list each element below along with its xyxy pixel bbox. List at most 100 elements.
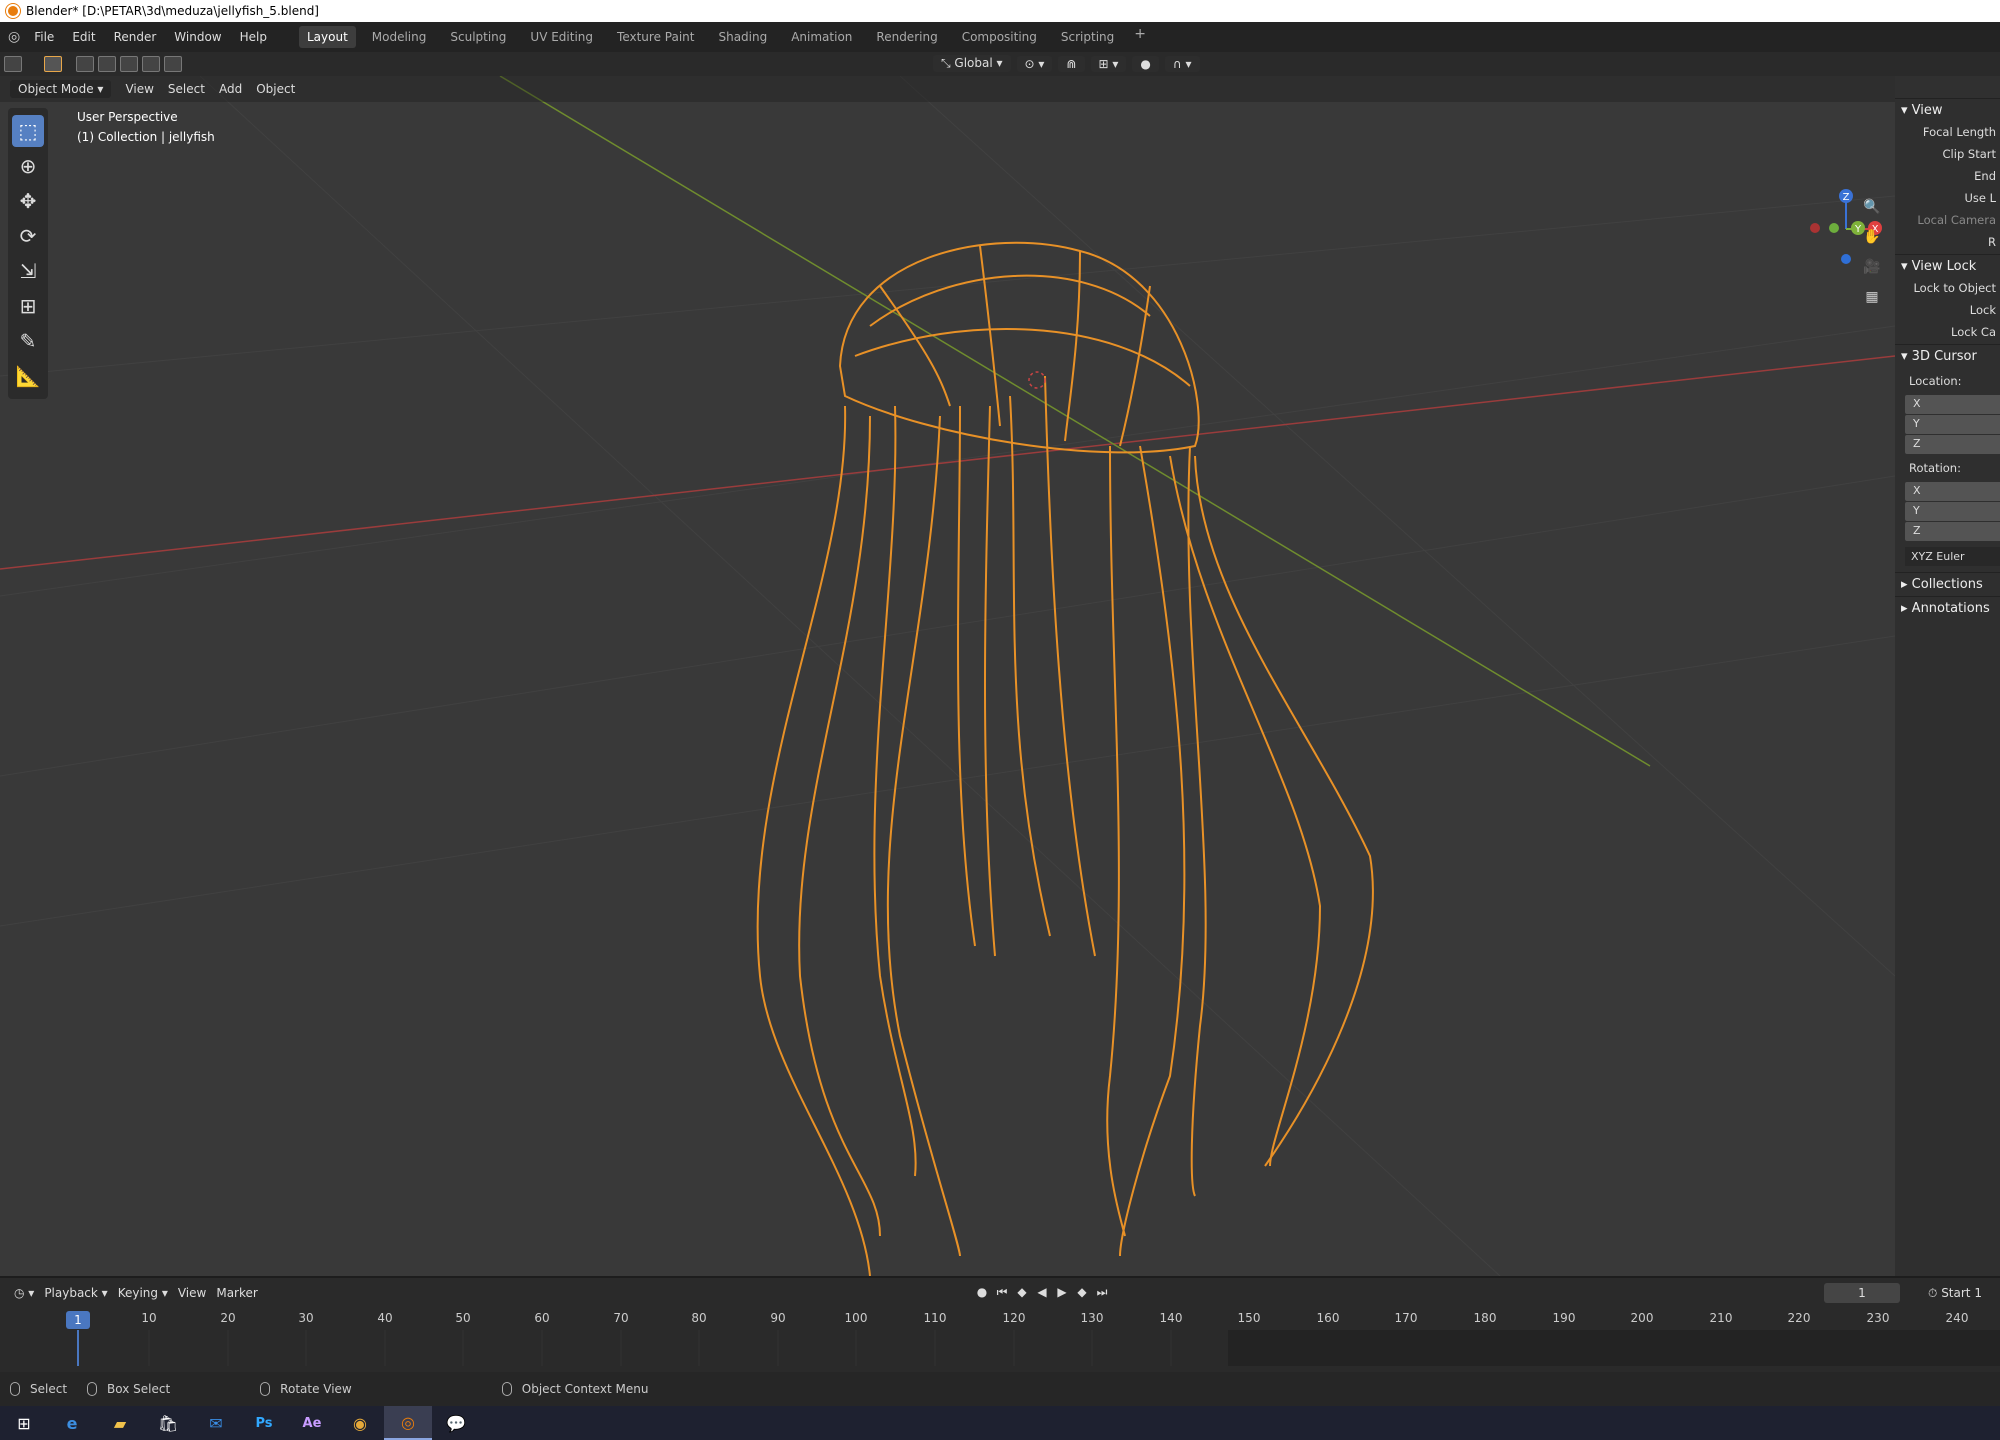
proportional-falloff-dropdown[interactable]: ∩ ▾: [1164, 55, 1200, 72]
viewport-canvas[interactable]: X Z Y: [0, 76, 1895, 1276]
render-region-label[interactable]: R: [1895, 232, 2000, 254]
status-bar: Select Box Select Rotate View Object Con…: [0, 1372, 2000, 1406]
windows-taskbar: ⊞ e ▰ 🛍 ✉ Ps Ae ◉ ◎ 💬: [0, 1406, 2000, 1440]
select-tool-icon[interactable]: [44, 56, 62, 72]
lock-camera-label[interactable]: Lock Ca: [1895, 322, 2000, 344]
pan-view-icon[interactable]: ✋: [1859, 224, 1885, 250]
playhead-line[interactable]: [77, 1330, 79, 1366]
transform-tool-icon[interactable]: ⊞: [12, 290, 44, 322]
use-local-camera-label[interactable]: Use L: [1895, 188, 2000, 210]
select-mode-intersect-icon[interactable]: [164, 56, 182, 72]
marker-menu[interactable]: Marker: [216, 1286, 257, 1300]
select-mode-subtract-icon[interactable]: [120, 56, 138, 72]
menu-window[interactable]: Window: [174, 30, 221, 44]
vp-menu-view[interactable]: View: [125, 82, 153, 96]
cursor-location-y-field[interactable]: Y: [1905, 415, 2000, 434]
menu-edit[interactable]: Edit: [72, 30, 95, 44]
store-icon[interactable]: 🛍: [144, 1406, 192, 1440]
rotate-tool-icon[interactable]: ⟳: [12, 220, 44, 252]
keying-menu[interactable]: Keying ▾: [118, 1286, 168, 1300]
chrome-icon[interactable]: ◉: [336, 1406, 384, 1440]
playback-menu[interactable]: Playback ▾: [44, 1286, 107, 1300]
play-reverse-icon[interactable]: ◀: [1035, 1285, 1049, 1300]
tab-scripting[interactable]: Scripting: [1053, 26, 1122, 48]
tab-rendering[interactable]: Rendering: [868, 26, 945, 48]
measure-tool-icon[interactable]: 📐: [12, 360, 44, 392]
view-lock-title: View Lock: [1911, 259, 1977, 274]
cursor-rotation-z-field[interactable]: Z: [1905, 522, 2000, 541]
tab-sculpting[interactable]: Sculpting: [442, 26, 514, 48]
select-box-tool-icon[interactable]: ⬚: [12, 115, 44, 147]
tick-label: 20: [220, 1311, 236, 1325]
sidebar-view-header[interactable]: ▾ View: [1895, 98, 2000, 122]
tab-texture-paint[interactable]: Texture Paint: [609, 26, 702, 48]
cursor-tool-icon[interactable]: ⊕: [12, 150, 44, 182]
annotations-header[interactable]: ▸ Annotations: [1895, 596, 2000, 620]
lock-label[interactable]: Lock: [1895, 300, 2000, 322]
tab-animation[interactable]: Animation: [783, 26, 860, 48]
menu-render[interactable]: Render: [114, 30, 157, 44]
orientation-dropdown[interactable]: ⤡ Global ▾: [933, 55, 1011, 72]
start-frame-field[interactable]: ⏱ Start 1: [1928, 1283, 1982, 1303]
timeline-ruler[interactable]: 10 20 30 40 50 60 70 80 90 100 110 120 1…: [0, 1308, 2000, 1330]
chat-icon[interactable]: 💬: [432, 1406, 480, 1440]
timeline-keyframe-area[interactable]: [0, 1330, 2000, 1430]
vp-menu-object[interactable]: Object: [256, 82, 295, 96]
camera-view-icon[interactable]: 🎥: [1859, 254, 1885, 280]
3d-cursor-header[interactable]: ▾ 3D Cursor: [1895, 344, 2000, 368]
annotate-tool-icon[interactable]: ✎: [12, 325, 44, 357]
edge-icon[interactable]: e: [48, 1406, 96, 1440]
blender-menu-icon[interactable]: ◎: [8, 29, 20, 45]
cursor-location-z-field[interactable]: Z: [1905, 435, 2000, 454]
menu-file[interactable]: File: [34, 30, 54, 44]
mail-icon[interactable]: ✉: [192, 1406, 240, 1440]
tab-shading[interactable]: Shading: [710, 26, 775, 48]
menu-help[interactable]: Help: [240, 30, 267, 44]
3d-viewport[interactable]: X Z Y Object Mode ▾ View Select Add Obje…: [0, 76, 1895, 1276]
after-effects-icon[interactable]: Ae: [288, 1406, 336, 1440]
snap-dropdown[interactable]: ⊞ ▾: [1090, 55, 1127, 72]
editor-type-icon[interactable]: [4, 56, 22, 72]
jump-start-icon[interactable]: ⏮: [995, 1285, 1009, 1300]
playhead-frame-badge[interactable]: 1: [66, 1311, 90, 1329]
play-icon[interactable]: ▶: [1055, 1285, 1069, 1300]
timeline-view-menu[interactable]: View: [178, 1286, 206, 1300]
rotation-mode-dropdown[interactable]: XYZ Euler: [1905, 547, 2000, 566]
proportional-edit-toggle[interactable]: ●: [1132, 55, 1159, 72]
timeline-editor-type-icon[interactable]: ◷ ▾: [14, 1286, 34, 1300]
file-explorer-icon[interactable]: ▰: [96, 1406, 144, 1440]
snap-toggle[interactable]: ⋒: [1058, 55, 1085, 72]
vp-menu-add[interactable]: Add: [219, 82, 242, 96]
view-lock-header[interactable]: ▾ View Lock: [1895, 254, 2000, 278]
ortho-toggle-icon[interactable]: ▦: [1859, 284, 1885, 310]
tab-modeling[interactable]: Modeling: [364, 26, 435, 48]
zoom-view-icon[interactable]: 🔍: [1859, 194, 1885, 220]
tab-layout[interactable]: Layout: [298, 26, 356, 48]
next-keyframe-icon[interactable]: ◆: [1075, 1285, 1089, 1300]
cursor-rotation-x-field[interactable]: X: [1905, 482, 2000, 501]
tick-label: 120: [1002, 1311, 1026, 1325]
photoshop-icon[interactable]: Ps: [240, 1406, 288, 1440]
select-mode-extend-icon[interactable]: [98, 56, 116, 72]
collections-header[interactable]: ▸ Collections: [1895, 572, 2000, 596]
current-frame-field[interactable]: 1: [1824, 1283, 1900, 1303]
move-tool-icon[interactable]: ✥: [12, 185, 44, 217]
object-mode-dropdown[interactable]: Object Mode ▾: [10, 80, 112, 98]
tab-uv-editing[interactable]: UV Editing: [522, 26, 601, 48]
record-icon[interactable]: ●: [975, 1285, 989, 1300]
cursor-location-x-field[interactable]: X: [1905, 395, 2000, 414]
windows-start-icon[interactable]: ⊞: [0, 1406, 48, 1440]
status-box-select: Box Select: [87, 1382, 170, 1396]
tab-compositing[interactable]: Compositing: [954, 26, 1045, 48]
tick-label: 110: [923, 1311, 947, 1325]
select-mode-new-icon[interactable]: [76, 56, 94, 72]
select-mode-invert-icon[interactable]: [142, 56, 160, 72]
cursor-rotation-y-field[interactable]: Y: [1905, 502, 2000, 521]
add-workspace-button[interactable]: +: [1134, 26, 1146, 48]
vp-menu-select[interactable]: Select: [168, 82, 205, 96]
blender-taskbar-icon[interactable]: ◎: [384, 1406, 432, 1440]
prev-keyframe-icon[interactable]: ◆: [1015, 1285, 1029, 1300]
pivot-dropdown[interactable]: ⊙ ▾: [1016, 55, 1053, 72]
scale-tool-icon[interactable]: ⇲: [12, 255, 44, 287]
jump-end-icon[interactable]: ⏭: [1095, 1285, 1109, 1300]
